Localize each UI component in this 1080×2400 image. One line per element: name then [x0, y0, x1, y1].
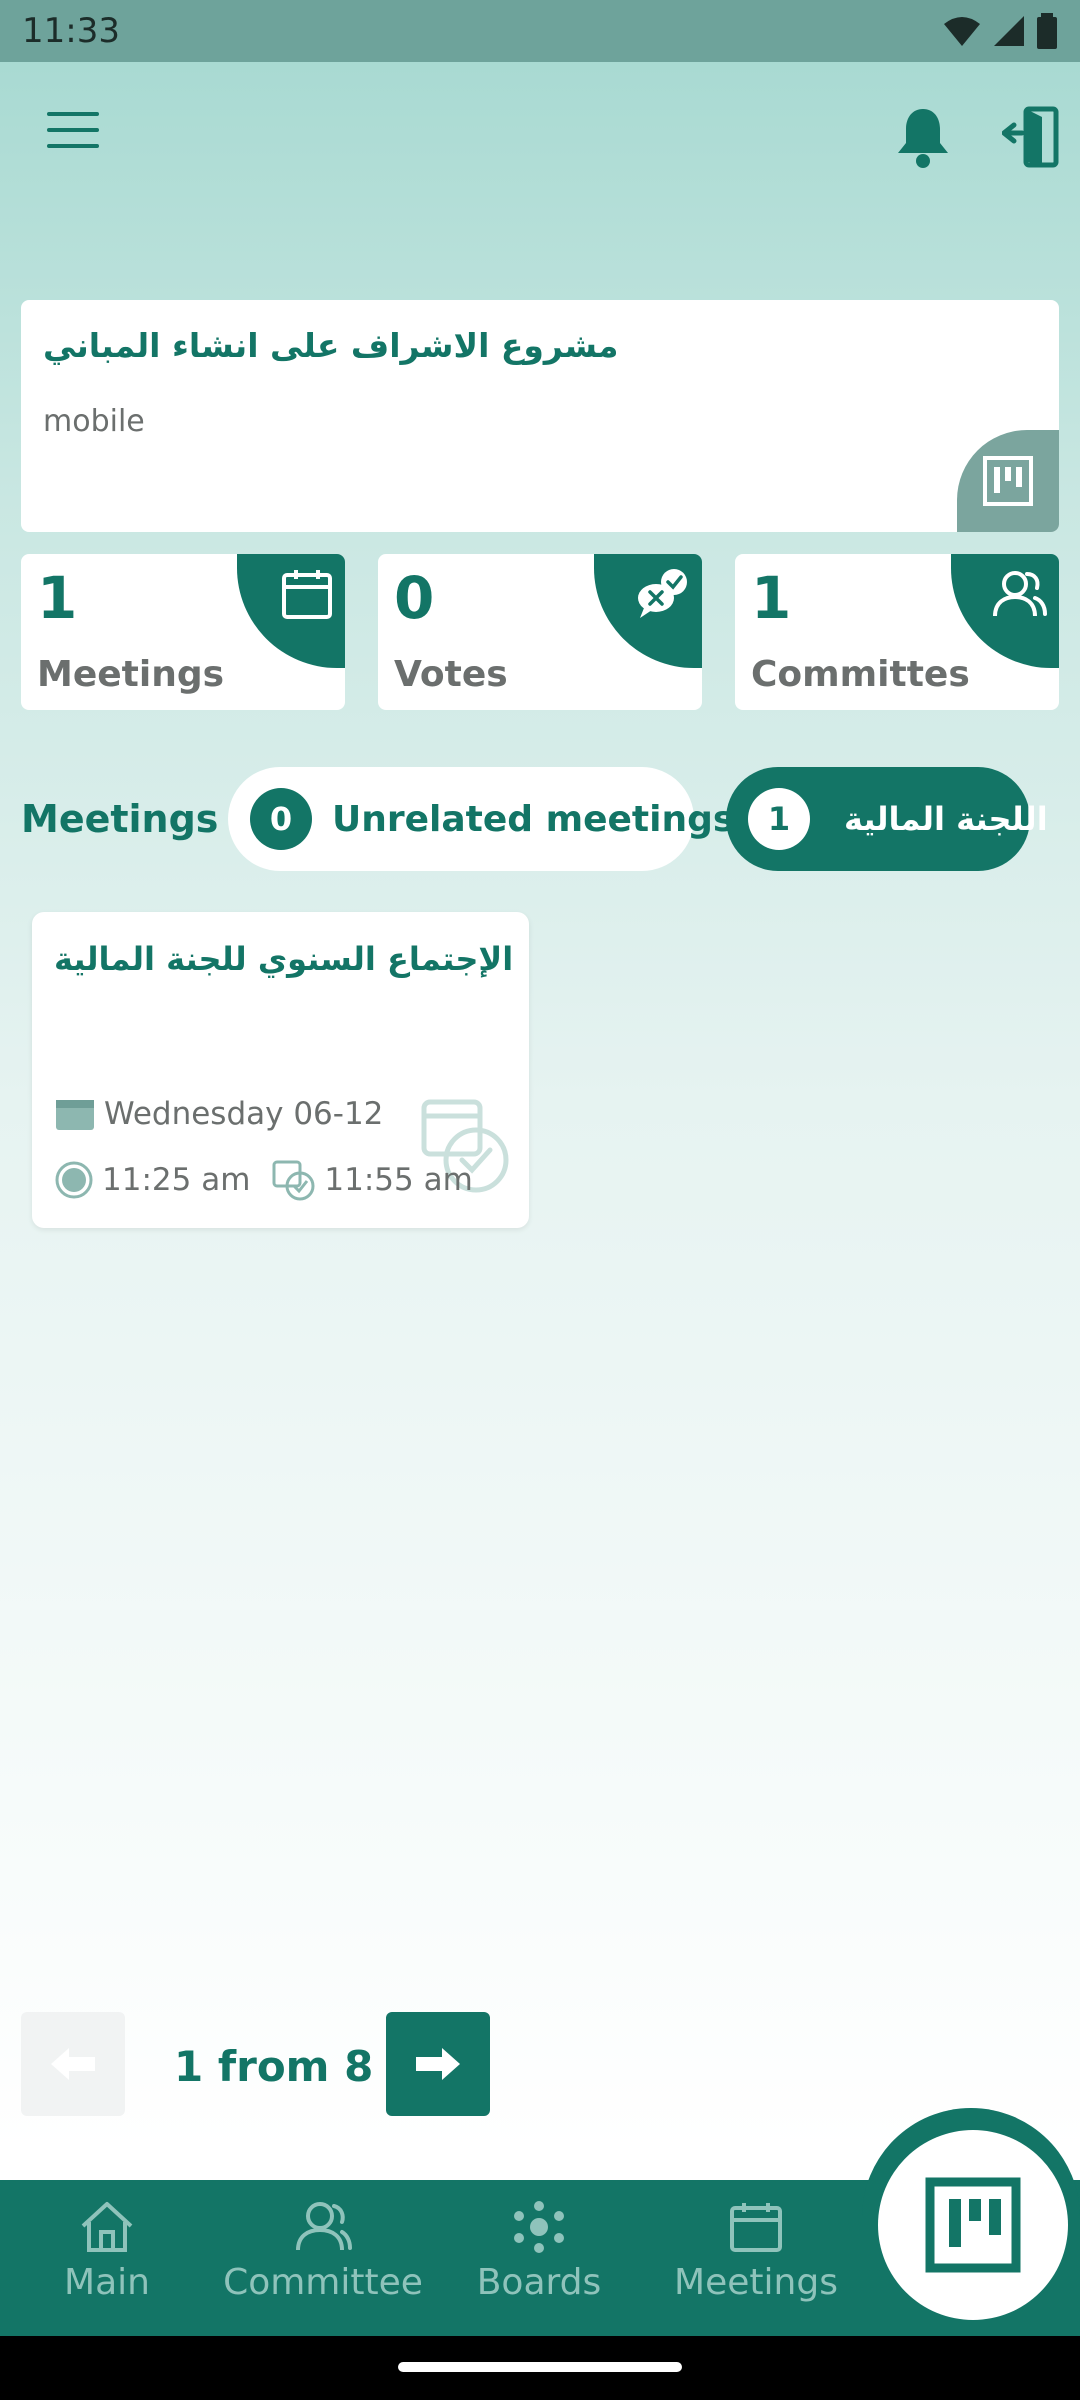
- project-board-fab[interactable]: [878, 2130, 1068, 2320]
- nav-label: Main: [64, 2262, 150, 2303]
- stat-badge: [594, 554, 702, 668]
- wifi-icon: [944, 17, 980, 46]
- meeting-card[interactable]: الإجتماع السنوي للجنة المالية Wednesday …: [32, 912, 529, 1228]
- meeting-date-row: Wednesday 06-12: [54, 1096, 383, 1132]
- home-gesture-handle[interactable]: [398, 2362, 682, 2372]
- start-time-icon: [55, 1161, 93, 1199]
- nav-label: Meetings: [674, 2262, 838, 2303]
- stat-card-votes[interactable]: 0 Votes: [378, 554, 702, 710]
- signal-icon: [994, 16, 1024, 46]
- stat-value: 1: [751, 564, 792, 632]
- end-time-icon: [272, 1160, 315, 1201]
- menu-button[interactable]: [38, 102, 108, 158]
- meeting-end-time: 11:55 am: [324, 1162, 473, 1198]
- meeting-title: الإجتماع السنوي للجنة المالية: [54, 940, 514, 978]
- logout-button[interactable]: [996, 102, 1066, 172]
- board-icon: [983, 456, 1033, 506]
- chip-finance-committee[interactable]: 1 اللجنة المالية: [726, 767, 1048, 871]
- stat-label: Committes: [751, 654, 970, 695]
- chip-label: Unrelated meetings: [332, 798, 735, 840]
- stat-label: Meetings: [37, 654, 225, 695]
- status-time: 11:33: [22, 11, 120, 51]
- logout-icon: [1002, 106, 1059, 168]
- committee-icon: [296, 2202, 352, 2251]
- users-icon: [993, 571, 1047, 617]
- filter-row: Meetings 0 Unrelated meetings 1 اللجنة ا…: [0, 767, 1080, 871]
- pagination: 1 from 8: [0, 2012, 1080, 2116]
- arrow-left-icon: [51, 2048, 95, 2080]
- stat-card-committees[interactable]: 1 Committes: [735, 554, 1059, 710]
- nav-meetings[interactable]: Meetings: [656, 2200, 856, 2303]
- filter-label: Meetings: [21, 797, 219, 841]
- meeting-start-time: 11:25 am: [102, 1162, 251, 1198]
- nav-main[interactable]: Main: [7, 2200, 207, 2303]
- chip-label: اللجنة المالية: [844, 800, 1048, 838]
- top-bar: [0, 62, 1080, 212]
- battery-icon: [1037, 13, 1057, 49]
- nav-committee[interactable]: Committee: [223, 2200, 423, 2303]
- stat-badge: [951, 554, 1059, 668]
- system-gesture-bar: [0, 2336, 1080, 2400]
- project-card[interactable]: مشروع الاشراف على انشاء المباني mobile: [21, 300, 1059, 532]
- project-corner-badge: [957, 430, 1059, 532]
- boards-icon: [514, 2201, 564, 2253]
- chip-count: 1: [748, 788, 810, 850]
- stat-value: 1: [37, 564, 78, 632]
- calendar-icon: [282, 570, 332, 619]
- stat-label: Votes: [394, 654, 508, 695]
- project-title: مشروع الاشراف على انشاء المباني: [43, 326, 619, 365]
- home-icon: [81, 2202, 133, 2252]
- previous-page-button[interactable]: [21, 2012, 125, 2116]
- status-icons: [942, 13, 1058, 49]
- page-indicator: 1 from 8: [174, 2042, 374, 2091]
- chip-unrelated-meetings[interactable]: 0 Unrelated meetings: [228, 767, 734, 871]
- vote-icon: [638, 569, 687, 618]
- calendar-icon: [730, 2203, 782, 2252]
- nav-label: Committee: [223, 2262, 423, 2303]
- notifications-button[interactable]: [888, 102, 958, 172]
- status-bar: 11:33: [0, 0, 1080, 62]
- bell-icon: [898, 109, 948, 168]
- nav-boards[interactable]: Boards: [439, 2200, 639, 2303]
- stat-value: 0: [394, 564, 435, 632]
- hamburger-icon: [47, 112, 99, 148]
- meeting-date: Wednesday 06-12: [104, 1096, 384, 1132]
- board-icon: [925, 2177, 1021, 2273]
- nav-label: Boards: [476, 2262, 602, 2303]
- meeting-time-row: 11:25 am 11:55 am: [54, 1158, 473, 1202]
- chip-count: 0: [250, 788, 312, 850]
- project-subtitle: mobile: [43, 404, 145, 439]
- stat-badge: [237, 554, 345, 668]
- calendar-icon: [56, 1100, 94, 1130]
- next-page-button[interactable]: [386, 2012, 490, 2116]
- arrow-right-icon: [416, 2048, 460, 2080]
- stat-card-meetings[interactable]: 1 Meetings: [21, 554, 345, 710]
